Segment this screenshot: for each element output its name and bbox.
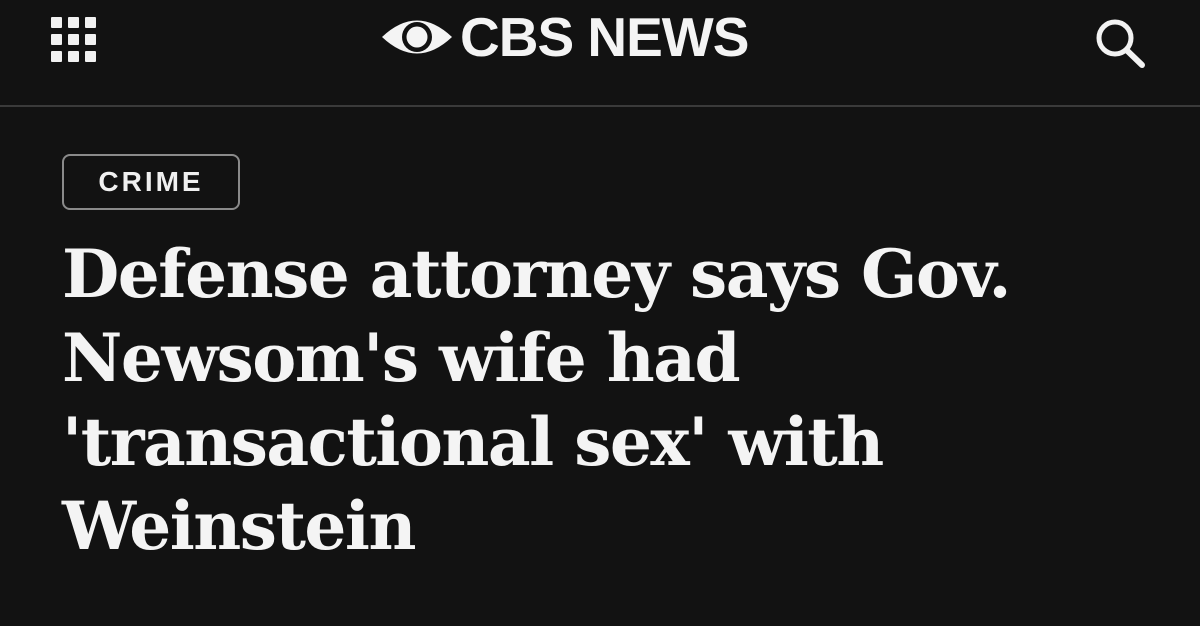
cbs-eye-icon [382,20,452,54]
search-icon [1096,19,1145,68]
logo-text: CBS NEWS [460,5,749,68]
cbs-news-logo[interactable]: CBS NEWS [380,5,749,68]
search-button[interactable] [1088,8,1152,72]
menu-button[interactable] [48,12,100,64]
article-headline[interactable]: Defense attorney says Gov. Newsom's wife… [62,232,1082,568]
category-badge[interactable]: CRIME [62,154,240,210]
cbs-news-article-page: CBS NEWS CRIME Defense attorney says Gov… [0,0,1200,626]
grid-menu-icon [51,17,97,63]
category-label: CRIME [98,166,204,197]
site-header: CBS NEWS [0,0,1200,107]
